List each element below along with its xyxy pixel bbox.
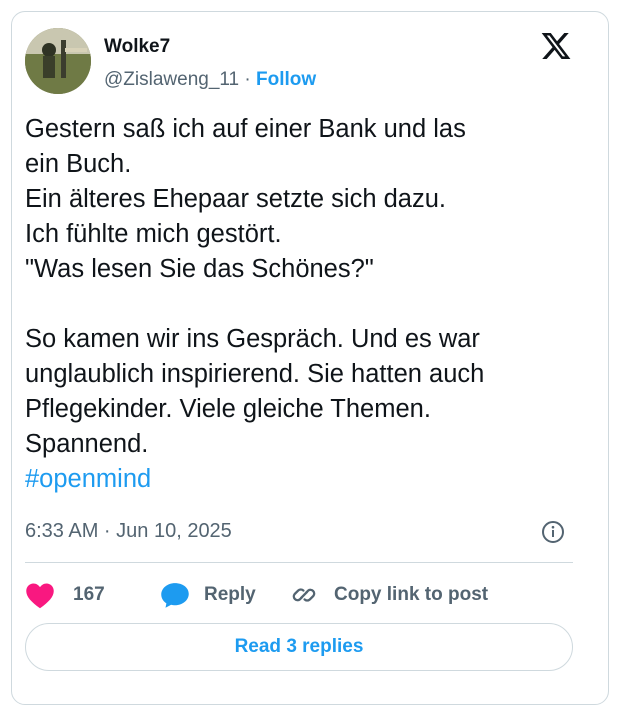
- read-replies-label: Read 3 replies: [234, 636, 364, 657]
- follow-button[interactable]: Follow: [256, 69, 316, 90]
- tweet-line: So kamen wir ins Gespräch. Und es war: [25, 325, 480, 353]
- tweet-line: ein Buch.: [25, 150, 132, 178]
- reply-button[interactable]: Reply: [160, 578, 256, 612]
- tweet-timestamp[interactable]: 6:33 AM · Jun 10, 2025: [25, 519, 232, 543]
- x-logo-icon[interactable]: [540, 30, 572, 62]
- read-replies-button[interactable]: Read 3 replies: [25, 623, 573, 671]
- action-bar: 167 Reply Copy link to post: [25, 578, 573, 612]
- divider: [25, 562, 573, 563]
- handle-separator: ·: [244, 69, 251, 90]
- tweet-line-blank: [25, 287, 573, 322]
- like-count: 167: [73, 584, 105, 605]
- hashtag-link[interactable]: #openmind: [25, 465, 151, 493]
- avatar-photo: [25, 28, 91, 94]
- reply-label: Reply: [204, 584, 256, 605]
- link-icon: [292, 588, 316, 602]
- tweet-line: unglaublich inspirierend. Sie hatten auc…: [25, 360, 485, 388]
- tweet-line: Ein älteres Ehepaar setzte sich dazu.: [25, 185, 446, 213]
- tweet-line: Ich fühlte mich gestört.: [25, 220, 282, 248]
- tweet-line: Spannend.: [25, 430, 149, 458]
- avatar[interactable]: [25, 28, 91, 94]
- info-icon[interactable]: [541, 520, 565, 544]
- heart-icon: [26, 583, 54, 609]
- user-handle[interactable]: @Zislaweng_11: [104, 69, 239, 90]
- tweet-text: Gestern saß ich auf einer Bank und las e…: [25, 112, 573, 497]
- speech-bubble-icon: [161, 583, 189, 608]
- handle-row: @Zislaweng_11 · Follow: [104, 69, 316, 91]
- like-button[interactable]: 167: [25, 578, 105, 612]
- tweet-line: Gestern saß ich auf einer Bank und las: [25, 115, 466, 143]
- tweet-line: "Was lesen Sie das Schönes?": [25, 255, 374, 283]
- copy-link-label: Copy link to post: [334, 584, 489, 605]
- copy-link-button[interactable]: Copy link to post: [290, 578, 488, 612]
- tweet-line: Pflegekinder. Viele gleiche Themen.: [25, 395, 431, 423]
- display-name[interactable]: Wolke7: [104, 36, 170, 58]
